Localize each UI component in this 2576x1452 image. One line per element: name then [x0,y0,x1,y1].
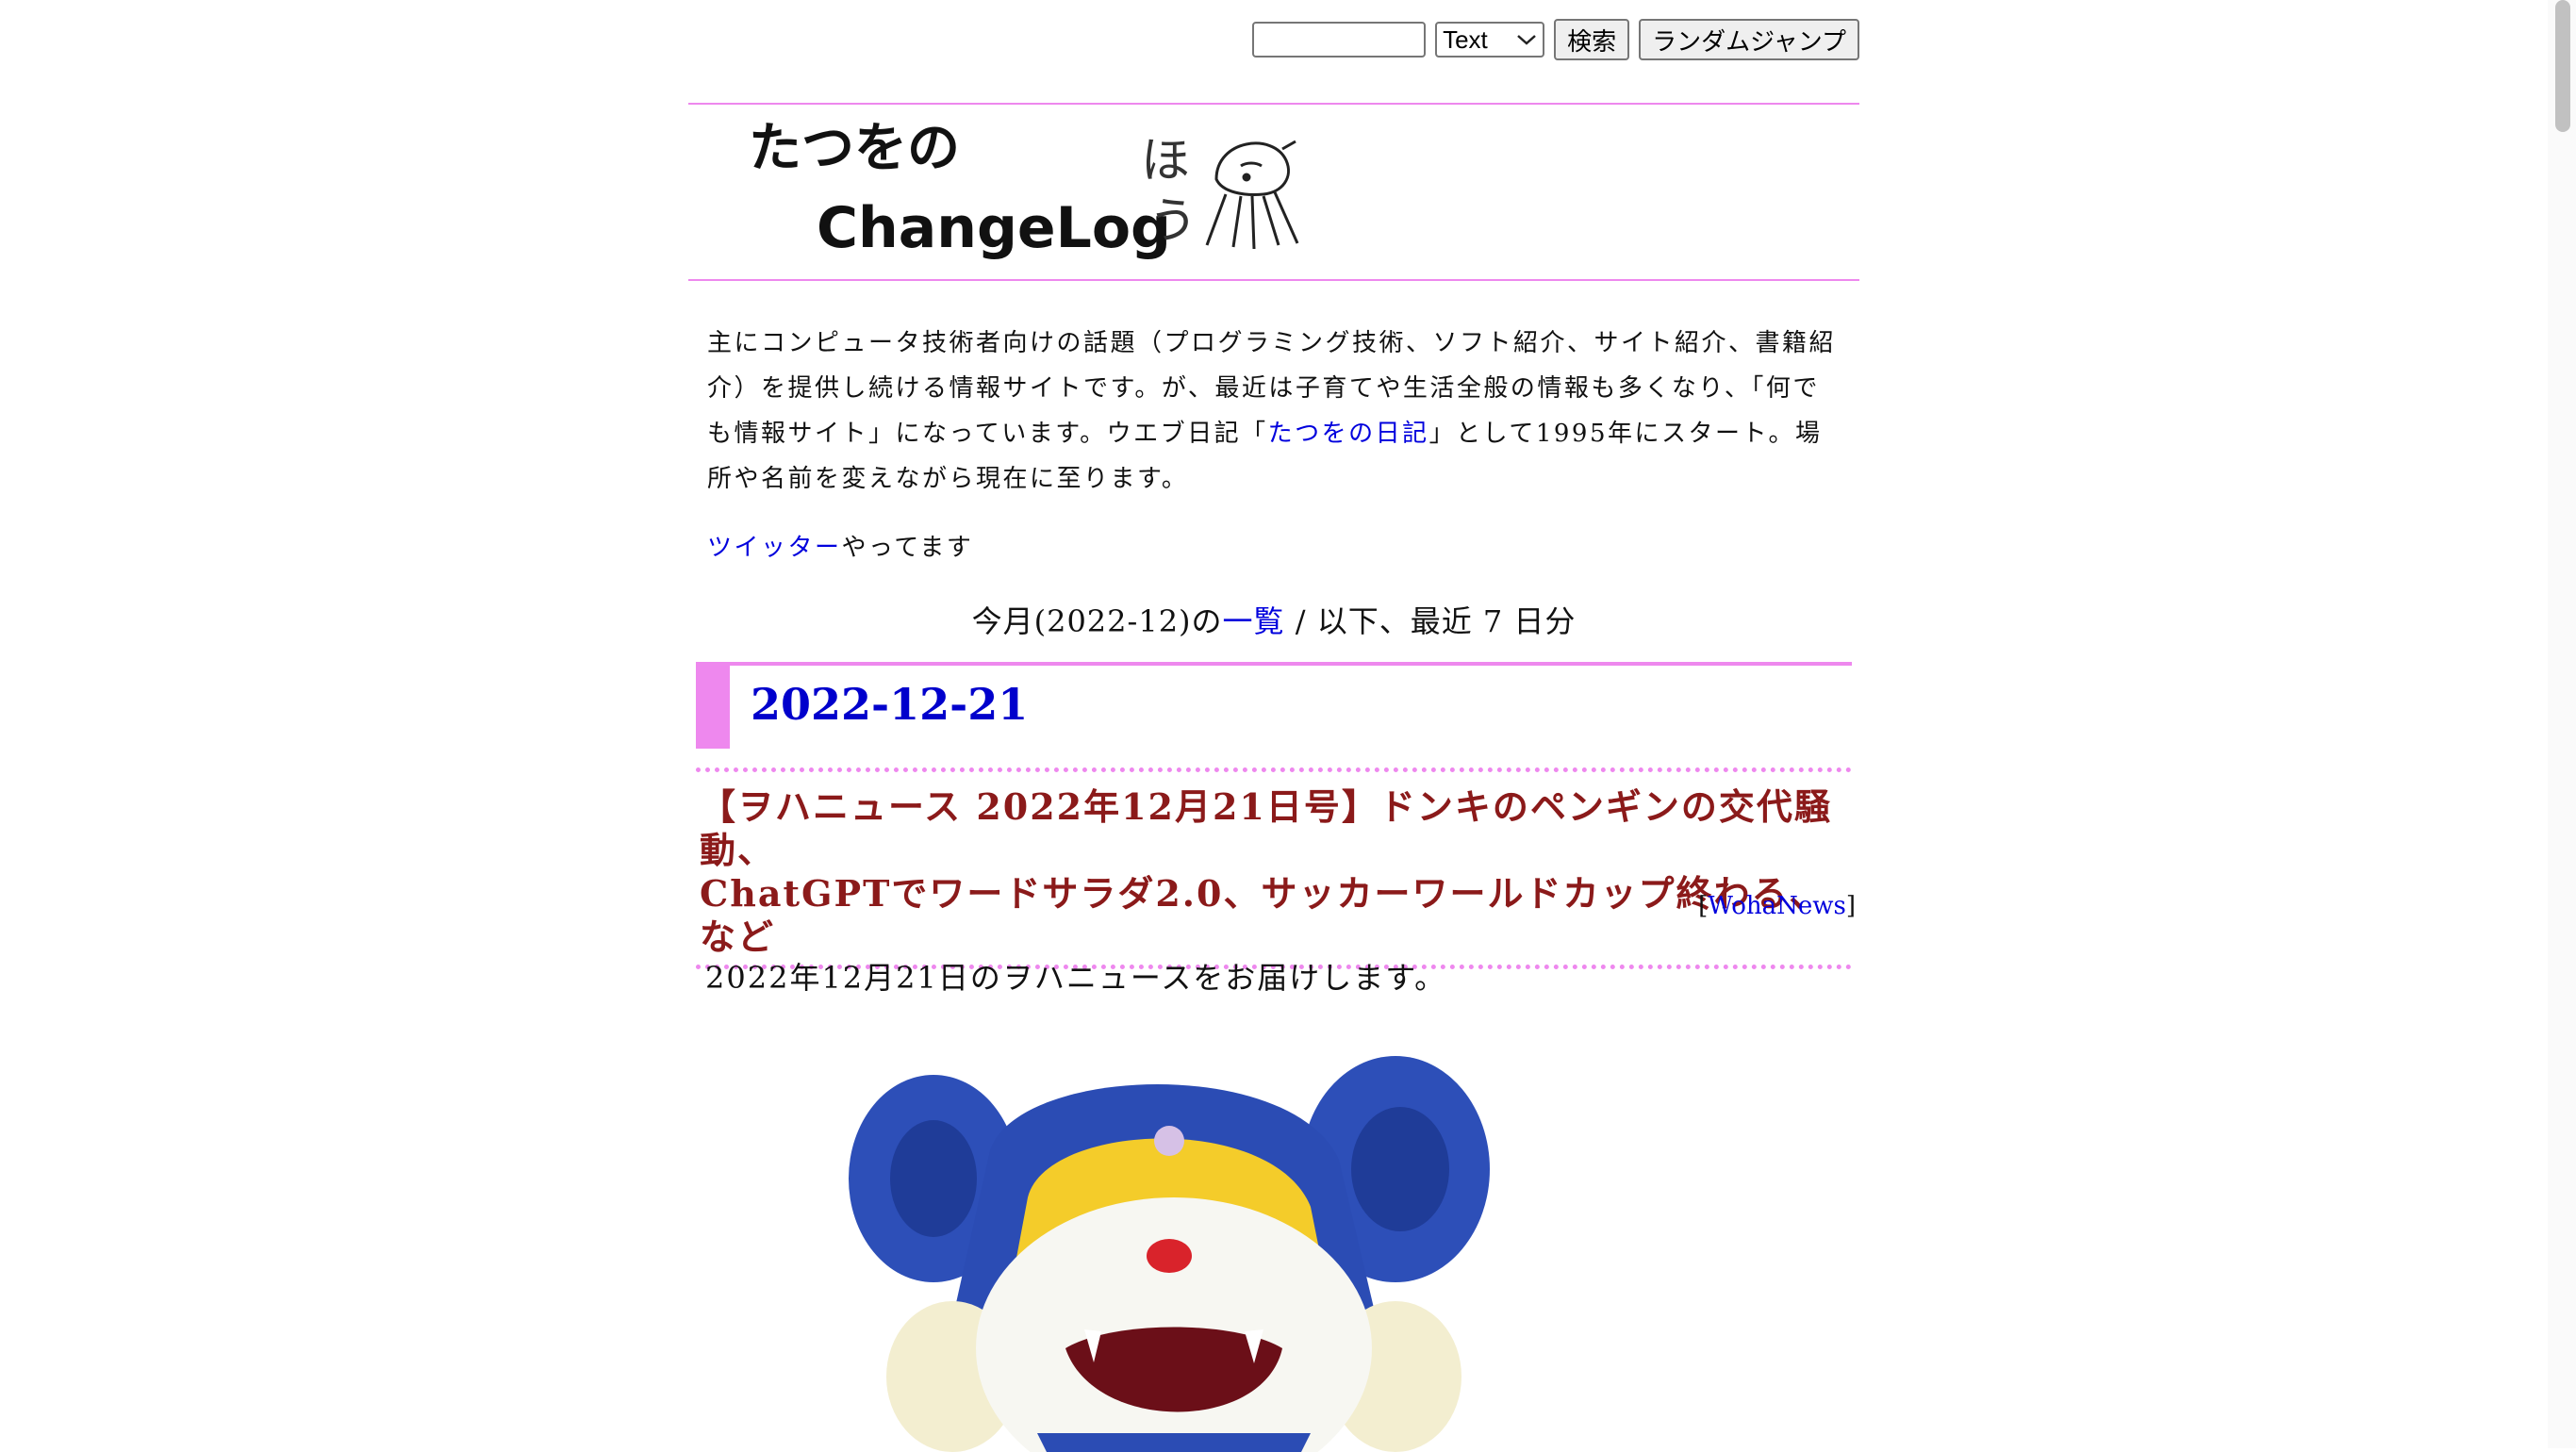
twitter-suffix: やってます [841,534,974,562]
search-mode-value: Text [1443,25,1488,54]
random-jump-button[interactable]: ランダムジャンプ [1639,19,1859,60]
article-title-line2: ChatGPTでワードサラダ2.0、サッカーワールドカップ終わる、など [700,872,1827,958]
article-title-line1: 【ヲハニュース 2022年12月21日号】ドンキのペンギンの交代騒動、 [700,785,1832,871]
logo-title-line2: ChangeLog [817,195,1171,261]
twitter-link[interactable]: ツイッター [707,534,842,562]
month-navigation: 今月(2022-12)の一覧 / 以下、最近 7 日分 [688,598,1859,641]
logo-hand-text2: う [1148,193,1197,250]
intro-paragraph: 主にコンピュータ技術者向けの話題（プログラミング技術、ソフト紹介、サイト紹介、書… [707,321,1839,502]
twitter-line: ツイッターやってます [707,528,973,563]
search-button[interactable]: 検索 [1554,19,1630,60]
search-bar: Text 検索 ランダムジャンプ [1252,17,1859,62]
chevron-down-icon [1517,35,1536,45]
header-divider-top [688,103,1859,105]
logo-image: たつをの ChangeLog ほ う [749,118,1299,261]
plush-mascot-image[interactable] [849,1037,1499,1452]
nose [1147,1239,1192,1273]
diary-link[interactable]: たつをの日記 [1268,420,1429,448]
search-input[interactable] [1252,22,1427,58]
day-header: 2022-12-21 [696,662,1852,749]
article-category: [WohaNews] [1698,892,1856,920]
site-logo[interactable]: たつをの ChangeLog ほ う [717,113,1320,283]
category-bracket-close: ] [1845,892,1856,920]
article-title[interactable]: 【ヲハニュース 2022年12月21日号】ドンキのペンギンの交代騒動、 Chat… [696,767,1852,969]
logo-title-line1: たつをの [749,118,960,179]
article-body-text: 2022年12月21日のヲハニュースをお届けします。 [705,960,1447,996]
month-list-link[interactable]: 一覧 [1223,603,1285,639]
jellyfish-icon [1205,140,1299,250]
page-scrollbar[interactable] [2548,0,2576,1448]
search-mode-select[interactable]: Text [1435,22,1545,58]
month-suffix: / 以下、最近 7 日分 [1284,603,1577,639]
header-divider-bottom [688,279,1859,281]
scrollbar-thumb[interactable] [2555,0,2570,132]
month-prefix: 今月(2022-12)の [971,603,1223,639]
day-date-link[interactable]: 2022-12-21 [751,679,1028,730]
day-header-bar [696,666,730,749]
logo-hand-text1: ほ [1141,133,1190,190]
site-intro: 主にコンピュータ技術者向けの話題（プログラミング技術、ソフト紹介、サイト紹介、書… [707,321,1839,502]
category-bracket-open: [ [1698,892,1709,920]
category-link[interactable]: WohaNews [1708,892,1846,920]
